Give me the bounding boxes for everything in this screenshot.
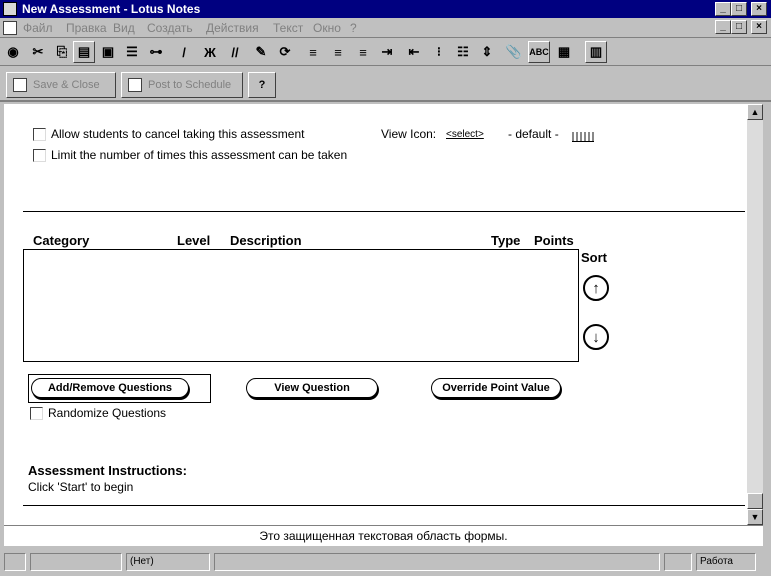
status-bar: (Нет) Работа	[0, 548, 771, 576]
table-icon[interactable]: ▦	[553, 41, 575, 63]
randomize-label: Randomize Questions	[48, 406, 167, 420]
select-icon-link[interactable]: <select>	[446, 129, 484, 140]
status-message-panel	[214, 553, 660, 571]
view-icon-label: View Icon:	[381, 127, 437, 141]
save-close-icon	[13, 78, 27, 92]
limit-times-checkbox[interactable]	[33, 149, 46, 162]
status-panel-1[interactable]	[4, 553, 26, 571]
menu-actions[interactable]: Действия	[206, 21, 259, 35]
doc-close-button[interactable]: ×	[751, 20, 767, 34]
bottom-divider	[23, 505, 745, 506]
document-area: Allow students to cancel taking this ass…	[4, 104, 747, 525]
add-remove-questions-button[interactable]: Add/Remove Questions	[31, 378, 189, 398]
questions-list[interactable]	[23, 249, 579, 362]
default-icon-value: - default -	[508, 127, 559, 141]
numbering-icon[interactable]: ☷	[452, 41, 474, 63]
menu-help[interactable]: ?	[350, 21, 357, 35]
maximize-button[interactable]: □	[731, 2, 747, 16]
allow-cancel-label: Allow students to cancel taking this ass…	[51, 127, 305, 141]
section-divider	[23, 211, 745, 212]
sort-up-icon[interactable]: ↑	[583, 275, 609, 301]
minimize-button[interactable]: _	[715, 2, 731, 16]
doc-minimize-button[interactable]: _	[715, 20, 731, 34]
spell-icon[interactable]: ✎	[250, 41, 272, 63]
abc-icon[interactable]: ABC	[528, 41, 550, 63]
sort-down-icon[interactable]: ↓	[583, 324, 609, 350]
paperclip-icon[interactable]: 📎	[503, 41, 525, 63]
menu-file[interactable]: Файл	[23, 21, 53, 35]
doc-restore-button[interactable]: □	[731, 20, 747, 34]
menu-view[interactable]: Вид	[113, 21, 135, 35]
document-system-icon[interactable]	[3, 21, 17, 35]
column-level: Level	[177, 233, 211, 248]
schedule-icon	[128, 78, 142, 92]
protected-area-message: Это защищенная текстовая область формы.	[4, 525, 763, 546]
scroll-up-icon[interactable]: ▲	[747, 104, 763, 120]
indent-icon[interactable]: ⇥	[376, 41, 398, 63]
link-icon[interactable]: ⊶	[145, 41, 167, 63]
save-close-label: Save & Close	[33, 79, 100, 91]
instructions-field[interactable]: Click 'Start' to begin	[28, 480, 133, 494]
scroll-down-icon[interactable]: ▼	[747, 509, 763, 525]
app-icon	[3, 2, 17, 16]
copy-icon[interactable]: ⎘	[51, 41, 73, 63]
menu-bar: Файл Правка Вид Создать Действия Текст О…	[0, 18, 771, 38]
action-bar: Save & Close Post to Schedule ?	[0, 66, 771, 102]
vertical-scrollbar[interactable]: ▲ ▼	[747, 104, 763, 525]
menu-text[interactable]: Текст	[273, 21, 303, 35]
column-description: Description	[230, 233, 302, 248]
italic-icon[interactable]: /	[173, 41, 195, 63]
cut-icon[interactable]: ✂	[27, 41, 49, 63]
outdent-icon[interactable]: ⇤	[403, 41, 425, 63]
status-lock-panel[interactable]	[664, 553, 692, 571]
scroll-thumb[interactable]	[747, 493, 763, 509]
instructions-heading: Assessment Instructions:	[28, 463, 187, 478]
align-right-icon[interactable]: ≡	[352, 41, 374, 63]
allow-cancel-checkbox[interactable]	[33, 128, 46, 141]
override-point-value-button[interactable]: Override Point Value	[431, 378, 561, 398]
close-button[interactable]: ×	[751, 2, 767, 16]
help-button[interactable]: ?	[248, 72, 276, 98]
print-icon[interactable]: ▣	[97, 41, 119, 63]
menu-create[interactable]: Создать	[147, 21, 193, 35]
refresh-icon[interactable]: ⟳	[274, 41, 296, 63]
align-left-icon[interactable]: ≡	[302, 41, 324, 63]
column-category: Category	[33, 233, 90, 248]
lotus-notes-window: New Assessment - Lotus Notes _ □ × Файл …	[0, 0, 771, 576]
post-schedule-button[interactable]: Post to Schedule	[121, 72, 243, 98]
open-db-icon[interactable]: ◉	[2, 41, 24, 63]
smarticons-toolbar: ◉ ✂ ⎘ ▤ ▣ ☰ ⊶ / Ж // ✎ ⟳ ≡ ≡ ≡ ⇥ ⇤ ⁝ ☷ ⇕…	[0, 38, 771, 66]
randomize-checkbox[interactable]	[30, 407, 43, 420]
save-close-button[interactable]: Save & Close	[6, 72, 116, 98]
column-type: Type	[491, 233, 521, 248]
menu-edit[interactable]: Правка	[66, 21, 107, 35]
bullets-icon[interactable]: ⁝	[428, 41, 450, 63]
dropdown-icon[interactable]	[572, 132, 594, 142]
status-location-panel[interactable]: Работа	[696, 553, 756, 571]
menu-window[interactable]: Окно	[313, 21, 341, 35]
attach-icon[interactable]: ⇕	[476, 41, 498, 63]
paste-icon[interactable]: ▤	[73, 41, 95, 63]
grid-icon[interactable]: ▥	[585, 41, 607, 63]
status-font-panel[interactable]: (Нет)	[126, 553, 210, 571]
column-points: Points	[534, 233, 574, 248]
properties-icon[interactable]: ☰	[121, 41, 143, 63]
bold-icon[interactable]: Ж	[199, 41, 221, 63]
underline-icon[interactable]: //	[224, 41, 246, 63]
status-panel-2[interactable]	[30, 553, 122, 571]
sort-label: Sort	[581, 250, 607, 265]
align-center-icon[interactable]: ≡	[327, 41, 349, 63]
window-title: New Assessment - Lotus Notes	[22, 2, 201, 16]
title-bar: New Assessment - Lotus Notes _ □ ×	[0, 0, 771, 18]
view-question-button[interactable]: View Question	[246, 378, 378, 398]
post-schedule-label: Post to Schedule	[148, 79, 232, 91]
limit-times-label: Limit the number of times this assessmen…	[51, 148, 348, 162]
